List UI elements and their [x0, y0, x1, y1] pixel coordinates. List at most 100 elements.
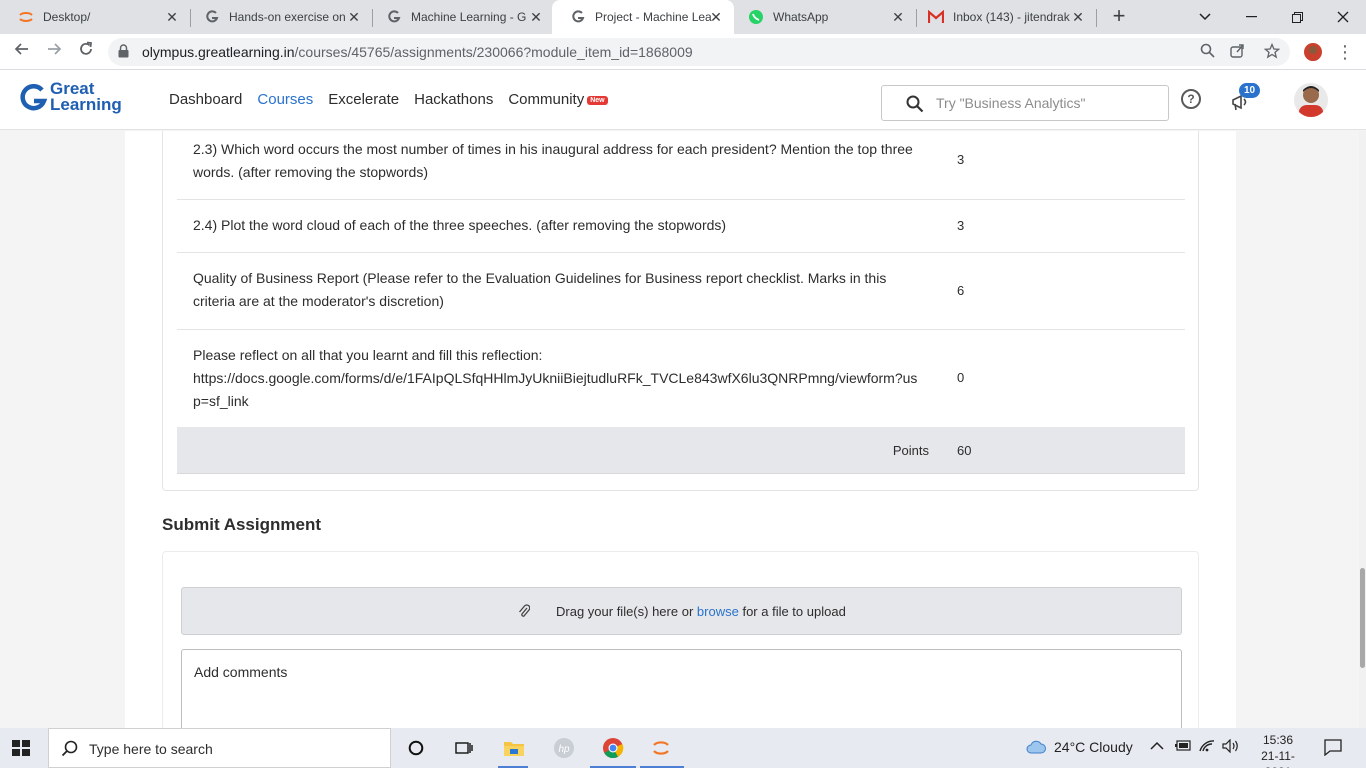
gmail-icon	[928, 9, 944, 25]
notification-button[interactable]: 10	[1231, 83, 1261, 114]
tab-title: WhatsApp	[773, 10, 829, 24]
comments-input[interactable]	[194, 664, 1164, 724]
address-bar[interactable]: olympus.greatlearning.in/courses/45765/a…	[108, 38, 1290, 66]
tab-close-icon[interactable]: ✕	[528, 9, 544, 25]
chrome-menu-icon[interactable]: ⋮	[1336, 40, 1354, 64]
rubric-table: 2.3) Which word occurs the most number o…	[162, 131, 1199, 491]
main-navigation: Dashboard Courses Excelerate Hackathons …	[169, 91, 608, 108]
logo-line-2: Learning	[50, 95, 122, 114]
user-avatar[interactable]	[1294, 83, 1328, 117]
windows-taskbar: Type here to search hp 24°C Cloudy 15:36…	[0, 728, 1366, 768]
back-arrow-icon[interactable]	[10, 40, 34, 64]
rubric-total-row: Points 60	[177, 427, 1185, 474]
content-area: 2.3) Which word occurs the most number o…	[0, 131, 1366, 728]
taskbar-search-icon	[61, 740, 79, 763]
great-learning-logo[interactable]: Great Learning	[20, 80, 130, 120]
browser-toolbar: olympus.greatlearning.in/courses/45765/a…	[0, 34, 1366, 70]
nav-community[interactable]: Community New	[508, 91, 608, 108]
dropzone-text: Drag your file(s) here or browse for a f…	[556, 604, 846, 619]
share-icon[interactable]	[1228, 43, 1246, 61]
taskbar-clock[interactable]: 15:36 21-11-2021	[1248, 732, 1308, 768]
windows-start-icon[interactable]	[12, 740, 30, 756]
lock-icon[interactable]	[118, 44, 129, 63]
tab-whatsapp[interactable]: WhatsApp ✕	[730, 0, 916, 34]
rubric-criterion-text: Please reflect on all that you learnt an…	[193, 347, 543, 363]
help-question-icon[interactable]: ?	[1181, 89, 1201, 109]
forward-arrow-icon[interactable]	[42, 40, 66, 64]
reload-icon[interactable]	[74, 40, 98, 64]
scrollbar-thumb[interactable]	[1360, 568, 1365, 668]
restore-icon[interactable]	[1274, 0, 1320, 34]
url-path: /courses/45765/assignments/230066?module…	[294, 44, 693, 60]
nav-hackathons[interactable]: Hackathons	[414, 91, 493, 108]
chrome-profile-avatar[interactable]	[1304, 43, 1322, 61]
wifi-icon[interactable]	[1199, 739, 1215, 756]
page-scrollbar[interactable]	[1359, 131, 1366, 728]
jupyter-taskbar-icon[interactable]	[647, 734, 675, 762]
rubric-criterion: Please reflect on all that you learnt an…	[193, 344, 923, 413]
tab-title: Project - Machine Lea	[595, 10, 712, 24]
rubric-criterion: 2.3) Which word occurs the most number o…	[193, 141, 913, 180]
task-view-icon[interactable]	[450, 734, 478, 762]
volume-icon[interactable]	[1222, 738, 1240, 756]
submit-assignment-card: Drag your file(s) here or browse for a f…	[162, 551, 1199, 728]
zoom-magnifier-icon[interactable]	[1198, 43, 1216, 61]
great-learning-icon	[204, 9, 220, 25]
nav-courses[interactable]: Courses	[257, 91, 313, 108]
dropzone-text-after: for a file to upload	[742, 604, 846, 619]
tab-hands-on-exercise[interactable]: Hands-on exercise on ✕	[186, 0, 372, 34]
minimize-icon[interactable]	[1228, 0, 1274, 34]
new-badge: New	[587, 95, 608, 105]
bookmark-star-icon[interactable]	[1263, 42, 1281, 61]
taskbar-search-placeholder: Type here to search	[89, 741, 213, 757]
tab-close-icon[interactable]: ✕	[1070, 9, 1086, 25]
nav-community-label: Community	[508, 91, 585, 108]
notification-count-badge: 10	[1239, 83, 1261, 98]
tray-chevron-up-icon[interactable]	[1150, 739, 1164, 754]
tab-machine-learning[interactable]: Machine Learning - G ✕	[368, 0, 554, 34]
paperclip-icon	[518, 604, 531, 623]
reflection-link-text: https://docs.google.com/forms/d/e/1FAIpQ…	[193, 370, 918, 409]
new-tab-plus-icon[interactable]: +	[1108, 5, 1130, 28]
assignment-page: 2.3) Which word occurs the most number o…	[125, 131, 1236, 728]
tab-search-chevron-icon[interactable]	[1182, 0, 1228, 34]
tab-desktop[interactable]: Desktop/ ✕	[0, 0, 190, 34]
site-search-box[interactable]	[881, 85, 1169, 121]
tab-gmail-inbox[interactable]: Inbox (143) - jitendrak ✕	[910, 0, 1096, 34]
cloud-icon	[1026, 740, 1046, 754]
browse-link[interactable]: browse	[697, 604, 739, 619]
nav-dashboard[interactable]: Dashboard	[169, 91, 242, 108]
table-row: Please reflect on all that you learnt an…	[177, 330, 1185, 427]
svg-text:hp: hp	[558, 744, 570, 755]
url-text: olympus.greatlearning.in/courses/45765/a…	[142, 44, 693, 60]
tab-divider	[1096, 9, 1097, 27]
tab-close-icon[interactable]: ✕	[164, 9, 180, 25]
site-header: Great Learning Dashboard Courses Excelera…	[0, 70, 1366, 130]
rubric-points: 3	[957, 152, 965, 167]
close-window-icon[interactable]	[1320, 0, 1366, 34]
comments-box[interactable]	[181, 649, 1182, 728]
tab-title: Hands-on exercise on	[229, 10, 346, 24]
taskbar-search-box[interactable]: Type here to search	[48, 728, 391, 768]
tab-close-icon[interactable]: ✕	[890, 9, 906, 25]
site-search-input[interactable]	[936, 93, 1156, 113]
tab-project-machine-learning[interactable]: Project - Machine Lea ✕	[552, 0, 734, 34]
file-explorer-icon[interactable]	[500, 734, 528, 762]
battery-icon[interactable]	[1174, 739, 1192, 754]
cortana-icon[interactable]	[402, 734, 430, 762]
chrome-icon[interactable]	[599, 734, 627, 762]
total-points-value: 60	[957, 443, 972, 458]
rubric-points: 0	[957, 370, 965, 385]
clock-time: 15:36	[1262, 733, 1294, 747]
file-dropzone[interactable]: Drag your file(s) here or browse for a f…	[181, 587, 1182, 635]
hp-support-icon[interactable]: hp	[550, 734, 578, 762]
tab-close-icon[interactable]: ✕	[346, 9, 362, 25]
nav-excelerate[interactable]: Excelerate	[328, 91, 399, 108]
tab-close-icon[interactable]: ✕	[708, 9, 724, 25]
jupyter-icon	[18, 9, 34, 25]
action-center-icon[interactable]	[1324, 738, 1342, 761]
weather-text: 24°C Cloudy	[1054, 739, 1133, 755]
weather-widget[interactable]: 24°C Cloudy	[1026, 739, 1133, 755]
rubric-criterion: Quality of Business Report (Please refer…	[193, 270, 887, 309]
tab-title: Inbox (143) - jitendrak	[953, 10, 1070, 24]
